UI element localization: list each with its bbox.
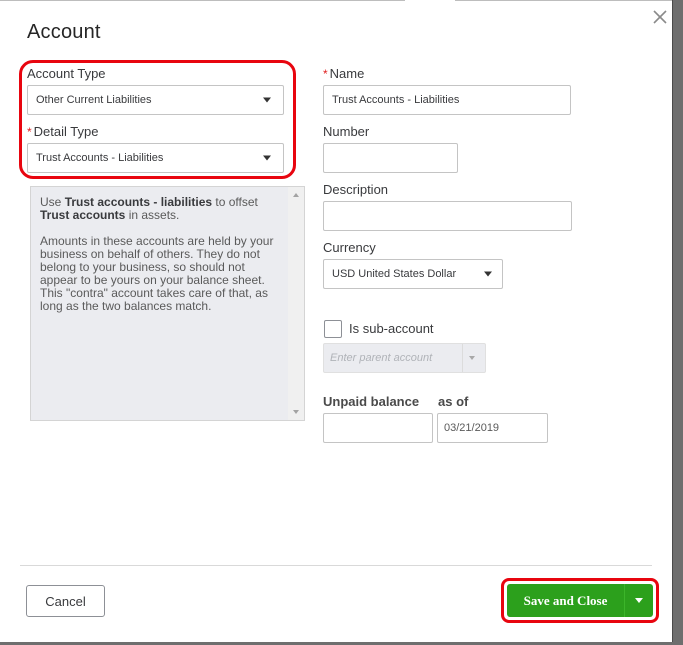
help-paragraph-2: Amounts in these accounts are held by yo… bbox=[40, 234, 274, 313]
name-label-text: Name bbox=[329, 66, 365, 81]
scroll-up-icon[interactable] bbox=[293, 193, 299, 197]
help-scrollbar[interactable] bbox=[288, 187, 304, 420]
help-text: in assets. bbox=[125, 208, 180, 222]
description-input[interactable] bbox=[323, 201, 572, 231]
select-divider bbox=[462, 344, 463, 372]
detail-type-label: * Detail Type bbox=[27, 124, 98, 139]
close-button[interactable] bbox=[650, 7, 670, 27]
chevron-down-icon bbox=[263, 97, 271, 103]
help-text: Use bbox=[40, 195, 65, 209]
account-type-label: Account Type bbox=[27, 66, 106, 81]
detail-type-label-text: Detail Type bbox=[33, 124, 99, 139]
name-label: * Name bbox=[323, 66, 364, 81]
dialog-top-border bbox=[0, 0, 405, 1]
sub-account-checkbox[interactable] bbox=[324, 320, 342, 338]
name-value: Trust Accounts - Liabilities bbox=[332, 94, 460, 106]
background-edge bbox=[673, 0, 683, 645]
currency-select[interactable]: USD United States Dollar bbox=[323, 259, 503, 289]
help-text: to offset bbox=[212, 195, 258, 209]
save-options-dropdown[interactable] bbox=[625, 584, 653, 617]
as-of-date-value: 03/21/2019 bbox=[444, 422, 500, 434]
parent-account-placeholder: Enter parent account bbox=[330, 352, 433, 364]
required-indicator: * bbox=[27, 125, 32, 139]
help-paragraph-1: Use Trust accounts - liabilities to offs… bbox=[40, 196, 274, 222]
detail-type-value: Trust Accounts - Liabilities bbox=[36, 152, 164, 164]
account-type-value: Other Current Liabilities bbox=[36, 94, 152, 106]
sub-account-label: Is sub-account bbox=[349, 321, 434, 336]
scroll-down-icon[interactable] bbox=[293, 410, 299, 414]
name-input[interactable]: Trust Accounts - Liabilities bbox=[323, 85, 571, 115]
account-dialog: Account Account Type Other Current Liabi… bbox=[0, 0, 683, 645]
chevron-down-icon bbox=[469, 356, 475, 360]
account-type-select[interactable]: Other Current Liabilities bbox=[27, 85, 284, 115]
dialog-title: Account bbox=[27, 21, 101, 43]
detail-type-help-panel: Use Trust accounts - liabilities to offs… bbox=[30, 186, 305, 421]
as-of-date-input[interactable]: 03/21/2019 bbox=[437, 413, 548, 443]
save-and-close-label[interactable]: Save and Close bbox=[507, 584, 624, 617]
cancel-button[interactable]: Cancel bbox=[26, 585, 105, 617]
help-text-bold: Trust accounts bbox=[40, 208, 126, 222]
as-of-label: as of bbox=[438, 394, 469, 409]
required-indicator: * bbox=[323, 67, 328, 81]
number-input[interactable] bbox=[323, 143, 458, 173]
save-and-close-button[interactable]: Save and Close bbox=[507, 584, 653, 617]
description-label: Description bbox=[323, 182, 389, 197]
number-label: Number bbox=[323, 124, 370, 139]
chevron-down-icon bbox=[263, 155, 271, 161]
chevron-down-icon bbox=[635, 598, 643, 603]
parent-account-select[interactable]: Enter parent account bbox=[323, 343, 486, 373]
unpaid-balance-label: Unpaid balance bbox=[323, 394, 420, 409]
footer-divider bbox=[20, 565, 652, 566]
unpaid-balance-input[interactable] bbox=[323, 413, 433, 443]
chevron-down-icon bbox=[484, 271, 492, 277]
dialog-top-border bbox=[455, 0, 673, 1]
currency-value: USD United States Dollar bbox=[332, 268, 457, 280]
detail-type-select[interactable]: Trust Accounts - Liabilities bbox=[27, 143, 284, 173]
currency-label: Currency bbox=[323, 240, 376, 255]
close-icon bbox=[653, 10, 667, 24]
help-text-bold: Trust accounts - liabilities bbox=[64, 195, 213, 209]
